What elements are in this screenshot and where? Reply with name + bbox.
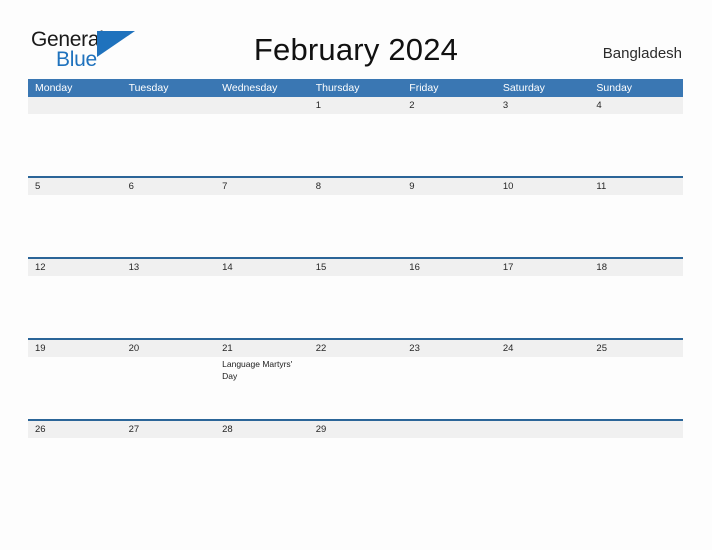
day-number[interactable] [589, 421, 683, 438]
day-event-text [402, 438, 496, 500]
day-event-text [122, 114, 216, 176]
day-number[interactable]: 18 [589, 259, 683, 276]
day-number[interactable]: 22 [309, 340, 403, 357]
day-number[interactable]: 17 [496, 259, 590, 276]
day-number[interactable]: 5 [28, 178, 122, 195]
day-number[interactable]: 13 [122, 259, 216, 276]
day-number[interactable]: 19 [28, 340, 122, 357]
day-event-text [402, 276, 496, 338]
page-header: General Blue February 2024 Bangladesh [0, 0, 712, 79]
day-number[interactable]: 10 [496, 178, 590, 195]
day-number[interactable]: 1 [309, 97, 403, 114]
day-number[interactable]: 26 [28, 421, 122, 438]
day-event-text [309, 438, 403, 500]
day-event-text: Language Martyrs' Day [222, 359, 293, 381]
week-event-area [28, 114, 683, 176]
day-event-text [28, 357, 122, 419]
day-event-text [122, 195, 216, 257]
day-event-text [309, 357, 403, 419]
day-event-text [589, 357, 683, 419]
day-number[interactable]: 23 [402, 340, 496, 357]
weekday-header-tuesday: Tuesday [128, 82, 169, 94]
day-number[interactable]: 27 [122, 421, 216, 438]
day-number[interactable]: 14 [215, 259, 309, 276]
day-event-text [215, 114, 309, 176]
weekday-header-wednesday: Wednesday [222, 82, 278, 94]
day-number[interactable]: 9 [402, 178, 496, 195]
day-number[interactable]: 6 [122, 178, 216, 195]
weekday-header-saturday: Saturday [502, 82, 545, 94]
day-number[interactable]: 7 [215, 178, 309, 195]
weekday-header-row: Monday Tuesday Wednesday Thursday Friday… [28, 79, 683, 97]
day-number[interactable]: 28 [215, 421, 309, 438]
day-event-text [496, 438, 590, 500]
day-event-text [402, 114, 496, 176]
day-number[interactable]: 16 [402, 259, 496, 276]
day-number[interactable]: 15 [309, 259, 403, 276]
day-number[interactable]: 21 [215, 340, 309, 357]
weekday-header-friday: Friday [409, 82, 439, 94]
day-number[interactable]: 12 [28, 259, 122, 276]
day-number[interactable]: 29 [309, 421, 403, 438]
day-event-text [215, 276, 309, 338]
week-day-number-band: 5 6 7 8 9 10 11 [28, 178, 683, 195]
day-event-text [28, 438, 122, 500]
week-event-area [28, 438, 683, 500]
day-number[interactable]: 8 [309, 178, 403, 195]
day-number[interactable] [28, 97, 122, 114]
day-number[interactable]: 3 [496, 97, 590, 114]
calendar-week-row: 5 6 7 8 9 10 11 [28, 176, 683, 257]
week-event-area [28, 276, 683, 338]
week-day-number-band: 26 27 28 29 [28, 421, 683, 438]
week-day-number-band: 19 20 21 22 23 24 25 [28, 340, 683, 357]
day-event-text [496, 114, 590, 176]
week-day-number-band: 12 13 14 15 16 17 18 [28, 259, 683, 276]
day-event-text [309, 114, 403, 176]
day-number[interactable] [215, 97, 309, 114]
day-event-text [496, 195, 590, 257]
calendar-week-row: 12 13 14 15 16 17 18 [28, 257, 683, 338]
weekday-header-monday: Monday [35, 82, 73, 94]
day-event-text [28, 195, 122, 257]
day-event-text [589, 276, 683, 338]
day-event-text [122, 438, 216, 500]
day-event-text [28, 114, 122, 176]
day-number[interactable] [402, 421, 496, 438]
weekday-header-sunday: Sunday [596, 82, 633, 94]
day-event-text [589, 438, 683, 500]
weekday-header-thursday: Thursday [315, 82, 360, 94]
day-event-text [122, 357, 216, 419]
day-number[interactable]: 2 [402, 97, 496, 114]
day-event-text [309, 195, 403, 257]
day-event-text [589, 114, 683, 176]
day-event-text [215, 195, 309, 257]
calendar-week-row: 26 27 28 29 [28, 419, 683, 500]
day-event-text [402, 357, 496, 419]
calendar-week-row: 19 20 21 22 23 24 25 Language Martyrs' D… [28, 338, 683, 419]
day-number[interactable]: 11 [589, 178, 683, 195]
calendar-grid: Monday Tuesday Wednesday Thursday Friday… [28, 79, 683, 500]
day-event-text [402, 195, 496, 257]
country-label: Bangladesh [602, 45, 682, 62]
week-day-number-band: 1 2 3 4 [28, 97, 683, 114]
day-number[interactable] [122, 97, 216, 114]
calendar-week-row: 1 2 3 4 [28, 97, 683, 176]
week-event-area [28, 195, 683, 257]
day-event-text [28, 276, 122, 338]
day-event-text [122, 276, 216, 338]
day-number[interactable]: 25 [589, 340, 683, 357]
day-event-text [215, 438, 309, 500]
day-number[interactable] [496, 421, 590, 438]
day-number[interactable]: 20 [122, 340, 216, 357]
day-event-text [589, 195, 683, 257]
week-event-area: Language Martyrs' Day [28, 357, 683, 419]
day-number[interactable]: 4 [589, 97, 683, 114]
day-event-text [309, 276, 403, 338]
day-event-text [496, 276, 590, 338]
day-number[interactable]: 24 [496, 340, 590, 357]
day-event-text [496, 357, 590, 419]
